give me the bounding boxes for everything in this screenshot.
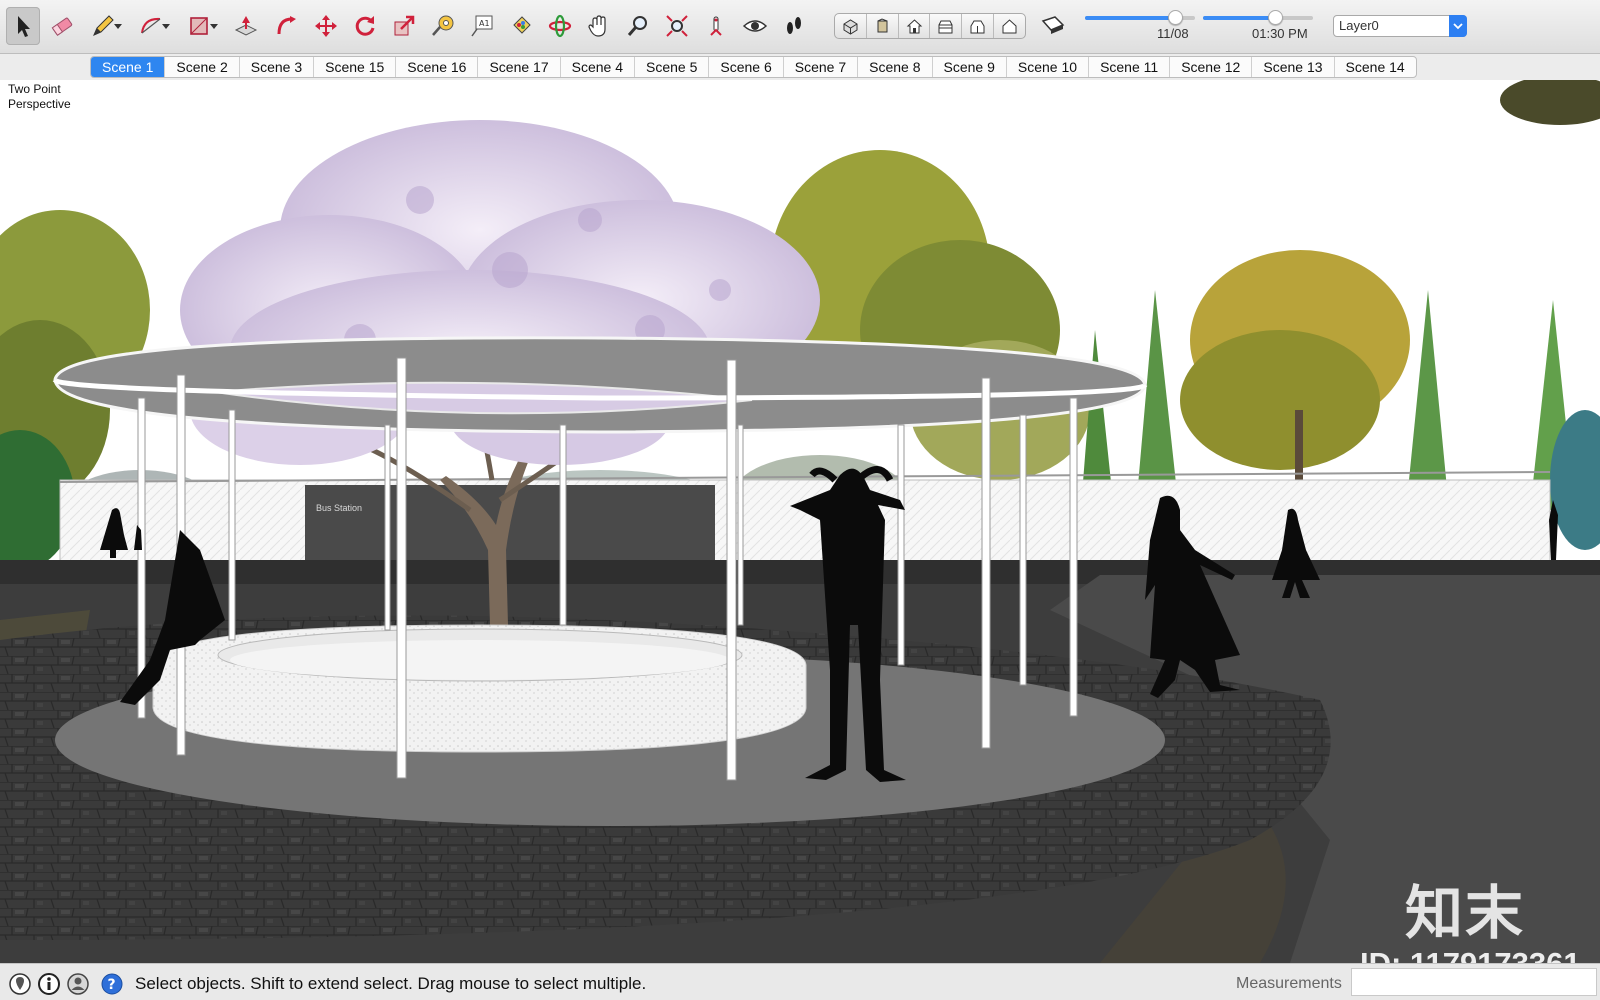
shadow-date-fill xyxy=(1085,16,1176,20)
camera-label: Two Point Perspective xyxy=(8,82,71,111)
shadow-time-slider[interactable] xyxy=(1203,10,1313,25)
push-pull-icon[interactable] xyxy=(229,7,263,45)
measurements-label: Measurements xyxy=(1236,975,1342,992)
svg-text:A1: A1 xyxy=(479,19,490,28)
sketchup-window: A1 11/08 01:30 PM Layer0 Scene 1 Scene 2… xyxy=(0,0,1600,1000)
scene-tab[interactable]: Scene 9 xyxy=(933,57,1007,77)
orbit-icon[interactable] xyxy=(543,7,577,45)
scene-tab[interactable]: Scene 14 xyxy=(1335,57,1416,77)
back-view-icon[interactable] xyxy=(962,14,995,38)
main-toolbar: A1 11/08 01:30 PM Layer0 xyxy=(0,0,1600,54)
scene-tab[interactable]: Scene 17 xyxy=(478,57,561,77)
scene-tab[interactable]: Scene 7 xyxy=(784,57,859,77)
scene-tab[interactable]: Scene 15 xyxy=(314,57,397,77)
move-arrows-icon[interactable] xyxy=(309,7,343,45)
watermark-id: ID: 1179173361 xyxy=(1360,946,1581,963)
credits-info-icon[interactable] xyxy=(37,972,61,996)
left-view-icon[interactable] xyxy=(994,14,1025,38)
eraser-icon[interactable] xyxy=(45,7,79,45)
fence-wall xyxy=(59,471,1551,576)
scene-tabs: Scene 1 Scene 2 Scene 3 Scene 15 Scene 16 Sce… xyxy=(90,56,1417,78)
scene-tab[interactable]: Scene 4 xyxy=(561,57,636,77)
scale-icon[interactable] xyxy=(387,7,421,45)
geolocation-icon[interactable] xyxy=(8,972,32,996)
watermark-logo: 知末 xyxy=(1405,879,1526,947)
look-around-eye-icon[interactable] xyxy=(738,7,772,45)
measurements-input[interactable] xyxy=(1351,968,1597,996)
paint-bucket-icon[interactable] xyxy=(504,7,538,45)
pan-hand-icon[interactable] xyxy=(582,7,616,45)
rectangle-icon[interactable] xyxy=(182,7,218,45)
right-view-icon[interactable] xyxy=(930,14,963,38)
walk-footprints-icon[interactable] xyxy=(777,7,811,45)
arc-icon[interactable] xyxy=(134,7,170,45)
scene-tab[interactable]: Scene 11 xyxy=(1089,57,1171,77)
zoom-icon[interactable] xyxy=(621,7,655,45)
shadow-date-slider[interactable] xyxy=(1085,10,1195,25)
rotate-icon[interactable] xyxy=(348,7,382,45)
shadow-date-knob[interactable] xyxy=(1168,10,1184,25)
select-arrow-icon[interactable] xyxy=(6,7,40,45)
scene-tab[interactable]: Scene 6 xyxy=(709,57,784,77)
scene-render xyxy=(0,80,1600,963)
follow-me-icon[interactable] xyxy=(270,7,304,45)
scene-tab[interactable]: Scene 1 xyxy=(91,57,166,77)
position-camera-icon[interactable] xyxy=(699,7,733,45)
scene-tab[interactable]: Scene 13 xyxy=(1252,57,1335,77)
bus-station-sign: Bus Station xyxy=(316,503,363,513)
tape-measure-icon[interactable] xyxy=(426,7,460,45)
model-viewport[interactable]: Two Point Perspective Bus Station 知末 ID:… xyxy=(0,80,1600,963)
status-bar: ? Select objects. Shift to extend select… xyxy=(0,963,1600,1000)
chevron-down-icon[interactable] xyxy=(162,24,170,29)
chevron-down-icon[interactable] xyxy=(210,24,218,29)
scene-tab[interactable]: Scene 12 xyxy=(1170,57,1253,77)
pencil-line-icon[interactable] xyxy=(86,7,122,45)
front-view-icon[interactable] xyxy=(899,14,931,38)
layer-dropdown-value: Layer0 xyxy=(1339,18,1379,33)
scene-tab[interactable]: Scene 10 xyxy=(1007,57,1090,77)
section-plane-icon[interactable] xyxy=(1036,7,1070,45)
scene-tab[interactable]: Scene 16 xyxy=(396,57,479,77)
chevron-down-icon[interactable] xyxy=(114,24,122,29)
user-account-icon[interactable] xyxy=(66,972,90,996)
status-message: Select objects. Shift to extend select. … xyxy=(135,974,647,993)
top-view-icon[interactable] xyxy=(867,14,899,38)
shadow-time-fill xyxy=(1203,16,1275,20)
shadow-time-knob[interactable] xyxy=(1267,10,1283,25)
standard-views-group xyxy=(834,13,1026,39)
text-icon[interactable]: A1 xyxy=(465,7,499,45)
scene-tab[interactable]: Scene 8 xyxy=(858,57,933,77)
shadow-time-label: 01:30 PM xyxy=(1252,26,1308,41)
iso-view-icon[interactable] xyxy=(835,14,867,38)
scene-tab[interactable]: Scene 3 xyxy=(240,57,315,77)
planter-ring xyxy=(152,624,807,753)
zoom-extents-icon[interactable] xyxy=(660,7,694,45)
shadow-date-label: 11/08 xyxy=(1157,26,1189,41)
layer-dropdown[interactable]: Layer0 xyxy=(1333,15,1467,37)
scene-tab[interactable]: Scene 2 xyxy=(165,57,240,77)
chevron-down-icon[interactable] xyxy=(1449,15,1467,37)
scene-tab[interactable]: Scene 5 xyxy=(635,57,710,77)
svg-text:?: ? xyxy=(108,977,116,993)
help-icon[interactable]: ? xyxy=(100,972,124,996)
